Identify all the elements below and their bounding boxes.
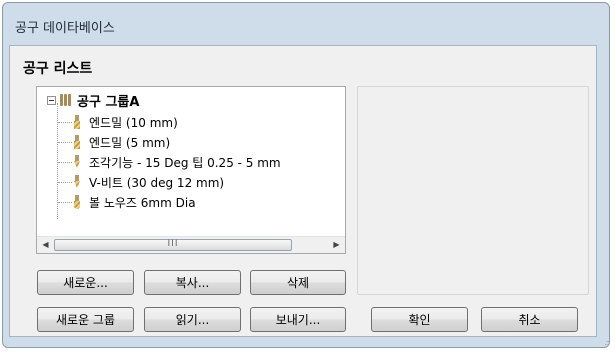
tree-item-label: 볼 노우즈 6mm Dia [89, 195, 196, 210]
window-title: 공구 데이타베이스 [15, 21, 115, 36]
read-button[interactable]: 읽기... [144, 307, 241, 332]
horizontal-scrollbar[interactable]: ◀ III ▶ [37, 236, 345, 253]
tree-item-label: 엔드밀 (10 mm) [89, 115, 178, 130]
tree-item-label: 엔드밀 (5 mm) [89, 135, 171, 150]
flat-endmill-icon [73, 114, 81, 130]
tree-item[interactable]: 조각기능 - 15 Deg 팁 0.25 - 5 mm [58, 153, 281, 171]
flat-endmill-icon [73, 134, 81, 150]
ok-button[interactable]: 확인 [371, 307, 468, 332]
tree-group-row[interactable]: 공구 그룹A [47, 91, 140, 110]
collapse-icon[interactable] [47, 95, 56, 105]
tool-group-icon [59, 93, 73, 107]
delete-button[interactable]: 삭제 [250, 270, 346, 295]
tool-tree[interactable]: 공구 그룹A 엔드밀 (10 mm) 엔드밀 (5 mm) 조각기능 - 15 … [36, 86, 346, 254]
tree-item[interactable]: V-비트 (30 deg 12 mm) [58, 173, 225, 191]
tool-preview-panel [357, 86, 589, 295]
new-group-button[interactable]: 새로운 그룹 [37, 307, 134, 332]
tree-group-label: 공구 그룹A [77, 94, 140, 110]
tree-item[interactable]: 볼 노우즈 6mm Dia [58, 193, 196, 211]
tool-list-heading: 공구 리스트 [23, 61, 93, 77]
v-bit-icon [73, 174, 81, 190]
cancel-button[interactable]: 취소 [481, 307, 578, 332]
scroll-left-icon[interactable]: ◀ [37, 237, 54, 253]
export-button[interactable]: 보내기... [250, 307, 346, 332]
tree-item-label: V-비트 (30 deg 12 mm) [89, 175, 225, 190]
tree-item[interactable]: 엔드밀 (5 mm) [58, 133, 171, 151]
tree-item-label: 조각기능 - 15 Deg 팁 0.25 - 5 mm [89, 155, 281, 170]
ball-nose-icon [73, 194, 81, 210]
new-tool-button[interactable]: 새로운... [37, 270, 134, 295]
resize-grip-icon[interactable]: .:: [604, 338, 610, 347]
scroll-thumb[interactable]: III [54, 239, 292, 251]
engraving-tool-icon [73, 154, 81, 170]
copy-button[interactable]: 복사... [144, 270, 241, 295]
tree-item[interactable]: 엔드밀 (10 mm) [58, 113, 178, 131]
scroll-right-icon[interactable]: ▶ [328, 237, 345, 253]
